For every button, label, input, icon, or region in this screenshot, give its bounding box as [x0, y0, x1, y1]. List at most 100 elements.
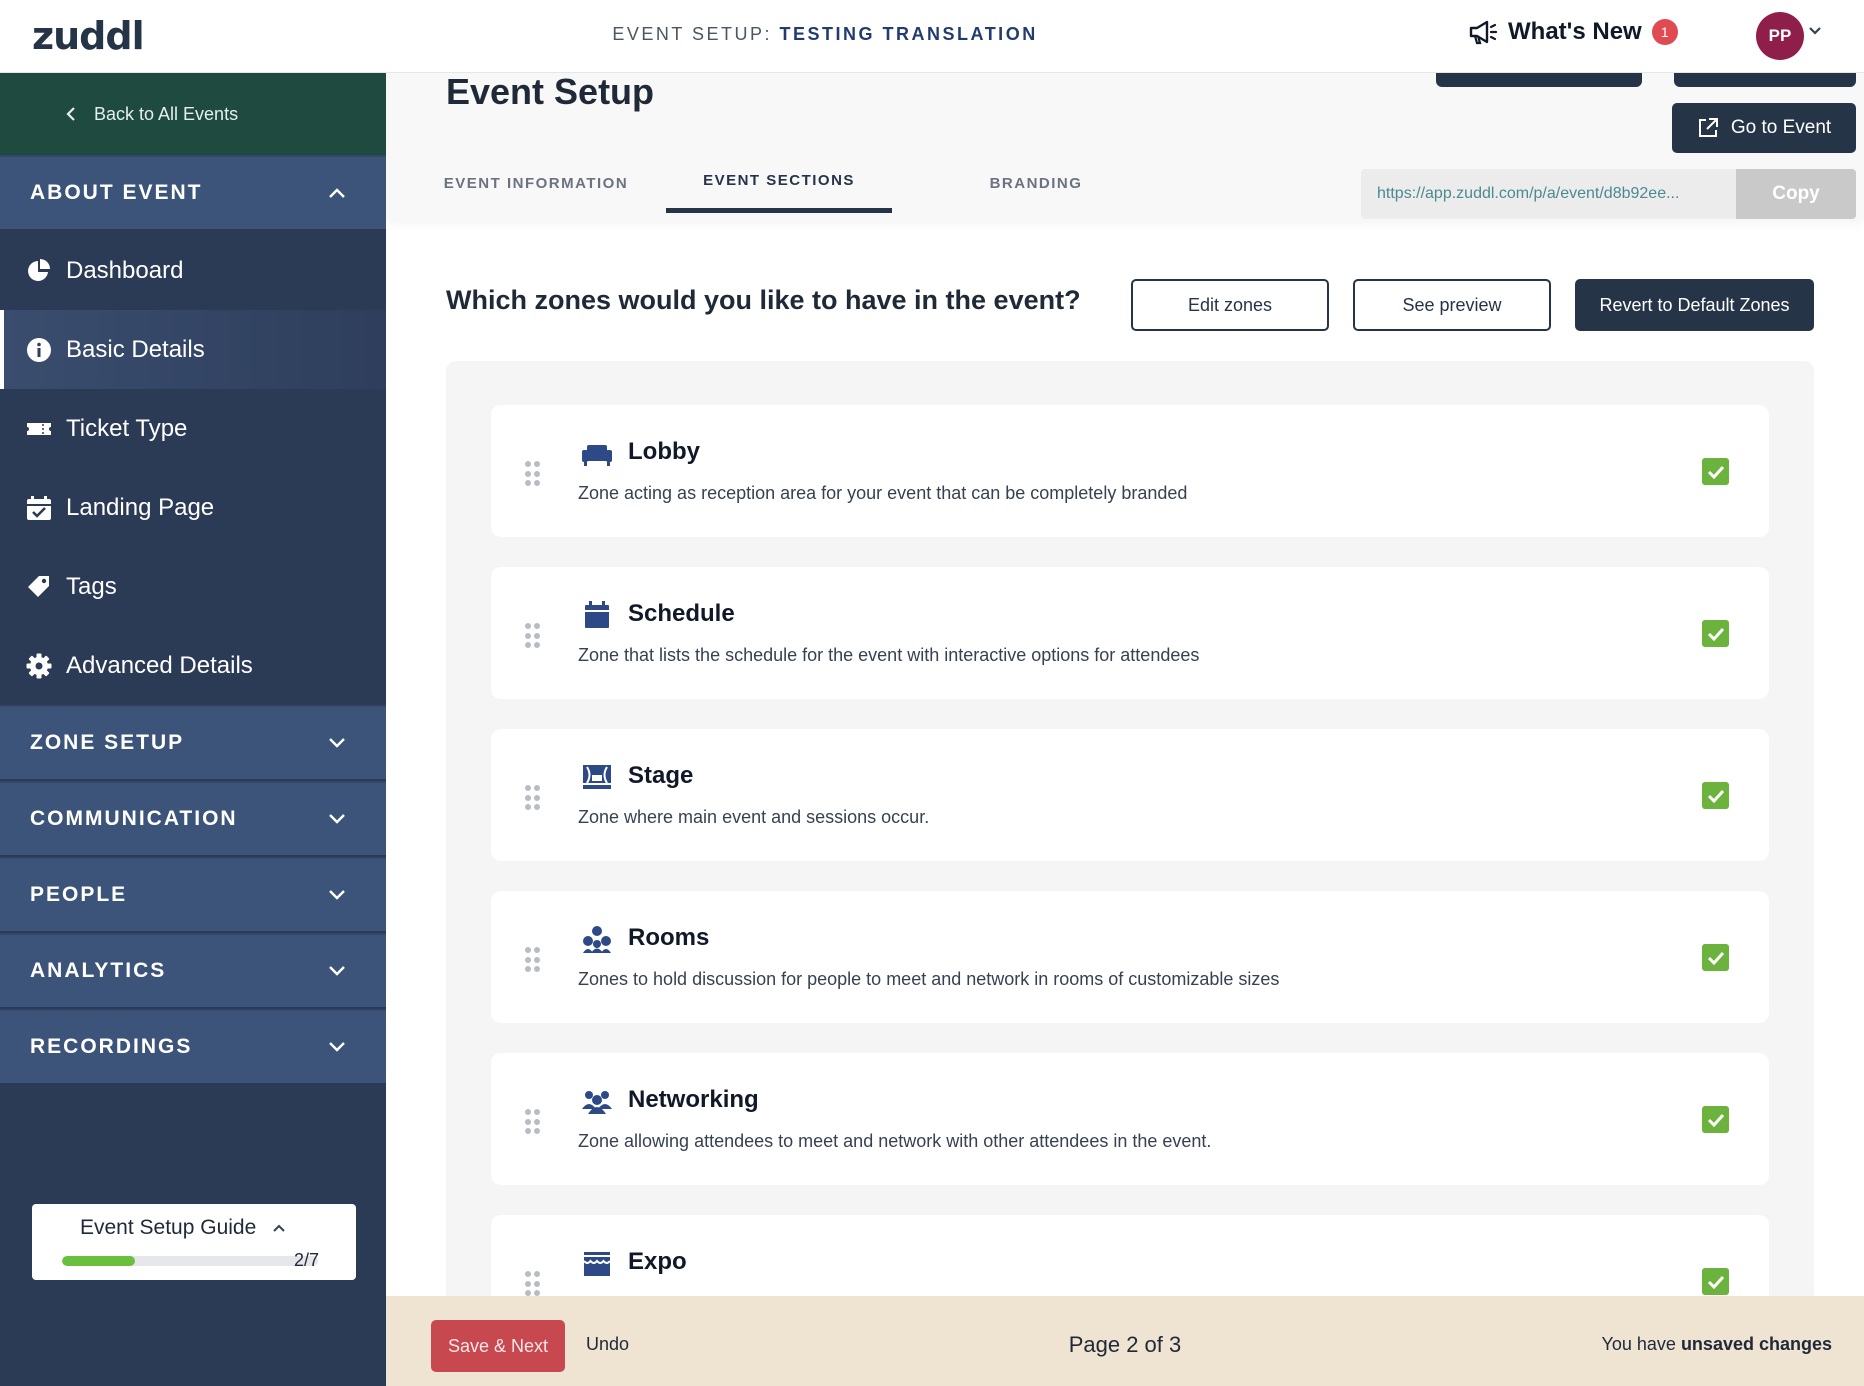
- sidebar-item-landing-page[interactable]: Landing Page: [0, 468, 386, 547]
- go-to-event-label: Go to Event: [1730, 117, 1832, 138]
- unsaved-strong: unsaved changes: [1680, 1334, 1832, 1354]
- crumb-event-name: TESTING TRANSLATION: [779, 24, 1038, 44]
- tab-event-information[interactable]: EVENT INFORMATION: [416, 153, 656, 213]
- sidebar: Back to All Events ABOUT EVENT Dashboard…: [0, 73, 386, 1386]
- drag-handle-icon[interactable]: [525, 623, 540, 649]
- zone-card-rooms[interactable]: Rooms Zones to hold discussion for peopl…: [491, 891, 1769, 1023]
- page-title: Event Setup: [446, 73, 655, 112]
- sidebar-item-label: Advanced Details: [66, 651, 253, 679]
- sidebar-item-basic-details[interactable]: Basic Details: [0, 310, 386, 389]
- checkmark-icon: [1707, 951, 1724, 965]
- ticket-icon: [27, 422, 51, 435]
- chevron-down-icon: [329, 890, 345, 900]
- sidebar-item-label: Landing Page: [66, 493, 215, 521]
- sidebar-item-ticket-type[interactable]: Ticket Type: [0, 389, 386, 468]
- networking-icon: [582, 1091, 612, 1114]
- chevron-up-icon: [329, 188, 345, 198]
- section-recordings[interactable]: RECORDINGS: [0, 1009, 386, 1085]
- zones-list: Lobby Zone acting as reception area for …: [446, 361, 1814, 1386]
- page-header: Event Setup Go to Event EVENT INFORMATIO…: [386, 73, 1864, 219]
- drag-handle-icon[interactable]: [525, 461, 540, 487]
- zone-title: Lobby: [628, 438, 700, 465]
- external-link-icon: [1698, 118, 1718, 137]
- zone-checkbox[interactable]: [1702, 782, 1729, 809]
- sidebar-item-advanced-details[interactable]: Advanced Details: [0, 626, 386, 705]
- zone-title: Networking: [628, 1086, 759, 1113]
- drag-handle-icon[interactable]: [525, 785, 540, 811]
- section-about-event[interactable]: ABOUT EVENT: [0, 155, 386, 231]
- hidden-header-button[interactable]: [1674, 73, 1856, 87]
- calendar-icon: [585, 601, 609, 628]
- tag-icon: [28, 575, 49, 597]
- zone-description: Zone acting as reception area for your e…: [578, 483, 1188, 503]
- guide-title: Event Setup Guide: [80, 1216, 334, 1240]
- back-label: Back to All Events: [94, 103, 239, 124]
- zones-question: Which zones would you like to have in th…: [446, 285, 1081, 315]
- zuddl-logo[interactable]: zuddl: [32, 14, 145, 58]
- zone-checkbox[interactable]: [1702, 458, 1729, 485]
- tab-branding[interactable]: BRANDING: [916, 153, 1156, 213]
- section-label: ABOUT EVENT: [30, 181, 203, 204]
- hidden-header-button[interactable]: [1436, 73, 1642, 87]
- zone-description: Zones to hold discussion for people to m…: [578, 969, 1280, 989]
- unsaved-prefix: You have: [1601, 1334, 1676, 1354]
- checkmark-icon: [1707, 789, 1724, 803]
- zone-checkbox[interactable]: [1702, 620, 1729, 647]
- event-url-field[interactable]: https://app.zuddl.com/p/a/event/d8b92ee.…: [1361, 169, 1737, 219]
- checkmark-icon: [1707, 627, 1724, 641]
- zone-card-schedule[interactable]: Schedule Zone that lists the schedule fo…: [491, 567, 1769, 699]
- chevron-down-icon[interactable]: [1808, 26, 1822, 36]
- guide-progress-fill: [62, 1256, 136, 1266]
- back-to-events-link[interactable]: Back to All Events: [0, 73, 386, 155]
- edit-zones-button[interactable]: Edit zones: [1131, 279, 1329, 331]
- zone-title: Stage: [628, 762, 694, 789]
- section-label: RECORDINGS: [30, 1035, 193, 1058]
- tab-bar: EVENT INFORMATION EVENT SECTIONS BRANDIN…: [416, 153, 1156, 213]
- zone-card-lobby[interactable]: Lobby Zone acting as reception area for …: [491, 405, 1769, 537]
- user-avatar[interactable]: PP: [1756, 12, 1804, 60]
- zone-checkbox[interactable]: [1702, 1106, 1729, 1133]
- see-preview-button[interactable]: See preview: [1353, 279, 1551, 331]
- checkmark-icon: [1707, 1275, 1724, 1289]
- revert-default-zones-button[interactable]: Revert to Default Zones: [1575, 279, 1814, 331]
- section-label: ZONE SETUP: [30, 731, 185, 754]
- zone-checkbox[interactable]: [1702, 944, 1729, 971]
- whats-new-label: What's New: [1508, 18, 1642, 45]
- store-icon: [583, 1252, 611, 1276]
- section-zone-setup[interactable]: ZONE SETUP: [0, 705, 386, 781]
- drag-handle-icon[interactable]: [525, 1271, 540, 1297]
- section-label: COMMUNICATION: [30, 807, 238, 830]
- event-breadcrumb: EVENT SETUP: TESTING TRANSLATION: [520, 24, 1130, 45]
- sidebar-item-dashboard[interactable]: Dashboard: [0, 231, 386, 310]
- drag-handle-icon[interactable]: [525, 1109, 540, 1135]
- zone-title: Expo: [628, 1248, 687, 1275]
- section-people[interactable]: PEOPLE: [0, 857, 386, 933]
- section-analytics[interactable]: ANALYTICS: [0, 933, 386, 1009]
- notification-badge: 1: [1651, 19, 1678, 45]
- people-group-icon: [583, 926, 611, 953]
- chevron-down-icon: [329, 738, 345, 748]
- event-setup-guide[interactable]: Event Setup Guide 2/7: [32, 1204, 356, 1280]
- copy-url-button[interactable]: Copy: [1736, 169, 1856, 219]
- tab-event-sections[interactable]: EVENT SECTIONS: [666, 153, 892, 213]
- sidebar-item-label: Basic Details: [66, 335, 205, 363]
- guide-progress-bar: [62, 1256, 318, 1266]
- whats-new-button[interactable]: What's New 1: [1468, 18, 1678, 46]
- chevron-down-icon: [329, 966, 345, 976]
- footer-bar: Save & Next Undo Page 2 of 3 You have un…: [386, 1296, 1864, 1386]
- chevron-down-icon: [329, 814, 345, 824]
- zone-title: Schedule: [628, 600, 735, 627]
- sidebar-item-tags[interactable]: Tags: [0, 547, 386, 626]
- drag-handle-icon[interactable]: [525, 947, 540, 973]
- section-label: PEOPLE: [30, 883, 128, 906]
- zone-card-stage[interactable]: Stage Zone where main event and sessions…: [491, 729, 1769, 861]
- zone-description: Zone where main event and sessions occur…: [578, 807, 930, 827]
- top-bar: zuddl EVENT SETUP: TESTING TRANSLATION W…: [0, 0, 1864, 73]
- chevron-down-icon: [329, 1042, 345, 1052]
- zone-checkbox[interactable]: [1702, 1268, 1729, 1295]
- crumb-prefix: EVENT SETUP:: [612, 24, 773, 44]
- info-icon: [27, 337, 51, 362]
- zone-card-networking[interactable]: Networking Zone allowing attendees to me…: [491, 1053, 1769, 1185]
- section-communication[interactable]: COMMUNICATION: [0, 781, 386, 857]
- go-to-event-button[interactable]: Go to Event: [1672, 103, 1856, 153]
